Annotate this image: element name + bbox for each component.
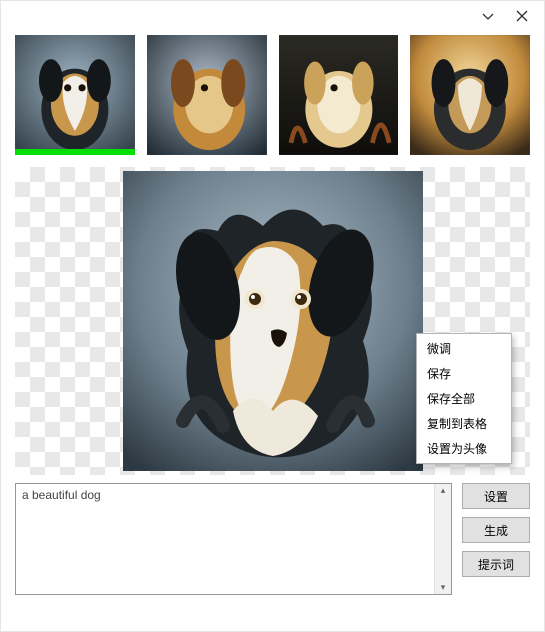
thumbnail-row: [1, 35, 544, 155]
scroll-down-icon[interactable]: ▾: [441, 583, 446, 592]
thumbnail-1[interactable]: [15, 35, 135, 155]
menu-item-save-all[interactable]: 保存全部: [417, 386, 511, 411]
dog-painting-icon: [123, 171, 423, 471]
thumbnail-2[interactable]: [147, 35, 267, 155]
menu-item-finetune[interactable]: 微调: [417, 336, 511, 361]
hint-button[interactable]: 提示词: [462, 551, 530, 577]
settings-button[interactable]: 设置: [462, 483, 530, 509]
bottom-panel: ▴ ▾ 设置 生成 提示词: [1, 483, 544, 609]
prompt-input[interactable]: [16, 484, 434, 594]
thumbnail-3[interactable]: [279, 35, 399, 155]
thumbnail-4[interactable]: [410, 35, 530, 155]
menu-item-save[interactable]: 保存: [417, 361, 511, 386]
dog-painting-icon: [410, 35, 530, 155]
close-icon: [514, 8, 530, 24]
scroll-up-icon[interactable]: ▴: [441, 486, 446, 495]
generate-button[interactable]: 生成: [462, 517, 530, 543]
dog-painting-icon: [279, 35, 399, 155]
scrollbar[interactable]: ▴ ▾: [434, 484, 451, 594]
dog-painting-icon: [15, 35, 135, 155]
titlebar: [1, 1, 544, 31]
close-button[interactable]: [514, 8, 530, 24]
side-buttons: 设置 生成 提示词: [462, 483, 530, 577]
context-menu: 微调 保存 保存全部 复制到表格 设置为头像: [416, 333, 512, 464]
menu-item-set-avatar[interactable]: 设置为头像: [417, 436, 511, 461]
chevron-down-icon: [480, 8, 496, 24]
prompt-box: ▴ ▾: [15, 483, 452, 595]
menu-item-copy-to-grid[interactable]: 复制到表格: [417, 411, 511, 436]
preview-image[interactable]: [123, 171, 423, 471]
minimize-button[interactable]: [480, 8, 496, 24]
dog-painting-icon: [147, 35, 267, 155]
